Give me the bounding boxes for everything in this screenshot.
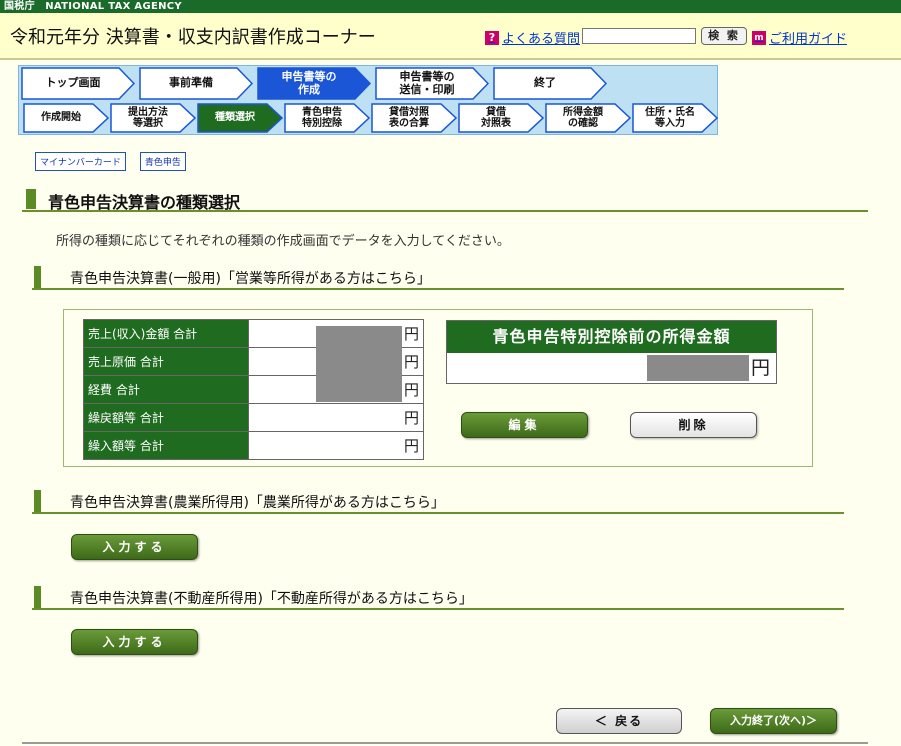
realestate-heading: 青色申告決算書(不動産所得用)「不動産所得がある方はこちら」: [32, 586, 844, 610]
question-icon: ?: [485, 30, 499, 45]
general-panel: 売上(収入)金額 合計円 売上原価 合計円 経費 合計円 繰戻額等 合計円 繰入…: [63, 309, 813, 467]
sub-step-label: 提出方法 等選択: [128, 107, 178, 130]
row-label: 売上原価 合計: [83, 347, 249, 376]
footer-divider: [22, 742, 868, 744]
main-step-line2: 作成: [298, 82, 320, 96]
sub-step-line2: 特別控除: [302, 118, 342, 129]
row-label: 繰入額等 合計: [83, 431, 249, 460]
app-title: 令和元年分 決算書・収支内訳書作成コーナー: [10, 27, 376, 48]
guide-icon: m: [752, 30, 766, 45]
heading-bar: [26, 189, 36, 209]
search-input[interactable]: [582, 28, 696, 44]
main-step-0: トップ画面: [21, 67, 135, 100]
summary-unit: 円: [750, 357, 770, 379]
sub-step-label: 作成開始: [41, 112, 91, 124]
income-summary: 青色申告特別控除前の所得金額 円: [446, 320, 777, 384]
sub-step-label: 貸借対照 表の合算: [389, 107, 439, 130]
agriculture-heading-text: 青色申告決算書(農業所得用)「農業所得がある方はこちら」: [70, 495, 445, 511]
intro-text: 所得の種類に応じてそれぞれの種類の作成画面でデータを入力してください。: [56, 234, 510, 249]
sub-step-line2: 等選択: [133, 118, 163, 129]
heading-bar: [34, 490, 41, 512]
agency-bar: 国税庁 NATIONAL TAX AGENCY: [0, 0, 901, 13]
main-step-4: 終了: [493, 67, 607, 100]
redacted-income: [647, 355, 749, 381]
sub-step-line2: の確認: [568, 118, 598, 129]
main-step-label: 申告書等の 送信・印刷: [399, 69, 465, 96]
back-button[interactable]: ＜ 戻る: [556, 708, 682, 734]
blue-return-badge: 青色申告: [139, 152, 186, 171]
sub-step-label: 種類選択: [215, 112, 265, 124]
sub-step-line1: 種類選択: [215, 112, 255, 124]
sub-step-line2: 表の合算: [389, 118, 429, 129]
sub-step-label: 住所・氏名 等入力: [645, 107, 705, 130]
main-step-line2: 送信・印刷: [399, 82, 455, 96]
search-button[interactable]: 検 索: [701, 27, 747, 45]
sub-step-line1: 貸借対照: [389, 106, 429, 118]
app-header: 令和元年分 決算書・収支内訳書作成コーナー ? よくある質問 検 索 m ご利用…: [0, 13, 901, 60]
main-step-label: トップ画面: [46, 77, 111, 90]
edit-button[interactable]: 編集: [461, 412, 588, 438]
sub-step-4: 貸借対照 表の合算: [371, 103, 457, 133]
faq-link[interactable]: ? よくある質問: [485, 28, 580, 47]
sub-step-line2: 等入力: [655, 118, 685, 129]
sub-step-3: 青色申告 特別控除: [284, 103, 370, 133]
main-step-line1: 申告書等の: [281, 69, 337, 83]
page-heading: 青色申告決算書の種類選択: [22, 189, 868, 212]
sub-step-6: 所得金額 の確認: [545, 103, 631, 133]
row-label: 売上(収入)金額 合計: [83, 319, 249, 348]
sub-step-label: 貸借 対照表: [481, 107, 521, 130]
delete-button[interactable]: 削除: [630, 412, 757, 438]
realestate-input-button[interactable]: 入力する: [71, 629, 198, 655]
agriculture-input-button[interactable]: 入力する: [71, 534, 198, 560]
table-row: 繰戻額等 合計円: [83, 403, 424, 432]
sub-step-line1: 提出方法: [128, 106, 168, 118]
main-step-3: 申告書等の 送信・印刷: [375, 67, 489, 100]
faq-label: よくある質問: [502, 32, 581, 47]
sub-step-line1: 貸借: [486, 106, 506, 118]
main-step-line1: トップ画面: [45, 76, 101, 90]
sub-step-0: 作成開始: [23, 103, 109, 133]
sub-step-5: 貸借 対照表: [458, 103, 544, 133]
main-step-line1: 終了: [534, 76, 556, 90]
table-row: 繰入額等 合計円: [83, 431, 424, 460]
guide-link[interactable]: m ご利用ガイド: [752, 28, 847, 47]
sub-step-line1: 作成開始: [41, 112, 81, 124]
row-label: 繰戻額等 合計: [83, 403, 249, 432]
sub-step-7: 住所・氏名 等入力: [632, 103, 718, 133]
sub-step-label: 所得金額 の確認: [563, 107, 613, 130]
summary-value: 円: [447, 353, 776, 383]
next-button[interactable]: 入力終了(次へ)＞: [710, 708, 837, 734]
guide-label: ご利用ガイド: [769, 32, 848, 47]
sub-step-label: 青色申告 特別控除: [302, 107, 352, 130]
redacted-amounts: [316, 326, 402, 402]
badge-row: マイナンバーカード 青色申告: [35, 152, 186, 171]
summary-title: 青色申告特別控除前の所得金額: [447, 321, 776, 353]
progress-nav: トップ画面 事前準備 申告書等の 作成 申告書等の 送信・印刷 終了 作成開始 提出方法 等選択…: [18, 65, 718, 135]
heading-bar: [34, 266, 41, 288]
sub-step-line1: 青色申告: [302, 106, 342, 118]
main-step-1: 事前準備: [139, 67, 253, 100]
heading-bar: [34, 586, 41, 608]
page-title: 青色申告決算書の種類選択: [48, 193, 241, 212]
sub-step-line1: 住所・氏名: [645, 106, 695, 118]
main-step-label: 申告書等の 作成: [281, 69, 347, 96]
row-value: 円: [248, 403, 424, 432]
general-heading: 青色申告決算書(一般用)「営業等所得がある方はこちら」: [32, 266, 844, 290]
sub-step-line1: 所得金額: [563, 106, 603, 118]
mynumber-badge: マイナンバーカード: [35, 152, 126, 171]
sub-step-2: 種類選択: [197, 103, 283, 133]
row-value: 円: [248, 431, 424, 460]
main-step-label: 事前準備: [169, 77, 223, 90]
main-step-line1: 事前準備: [169, 76, 213, 90]
main-step-label: 終了: [534, 77, 566, 90]
agriculture-heading: 青色申告決算書(農業所得用)「農業所得がある方はこちら」: [32, 490, 844, 514]
main-step-line1: 申告書等の: [399, 69, 455, 83]
row-label: 経費 合計: [83, 375, 249, 404]
sub-step-line2: 対照表: [481, 118, 511, 129]
sub-step-1: 提出方法 等選択: [110, 103, 196, 133]
main-step-2: 申告書等の 作成: [257, 67, 371, 100]
realestate-heading-text: 青色申告決算書(不動産所得用)「不動産所得がある方はこちら」: [70, 591, 473, 607]
general-heading-text: 青色申告決算書(一般用)「営業等所得がある方はこちら」: [70, 271, 431, 287]
